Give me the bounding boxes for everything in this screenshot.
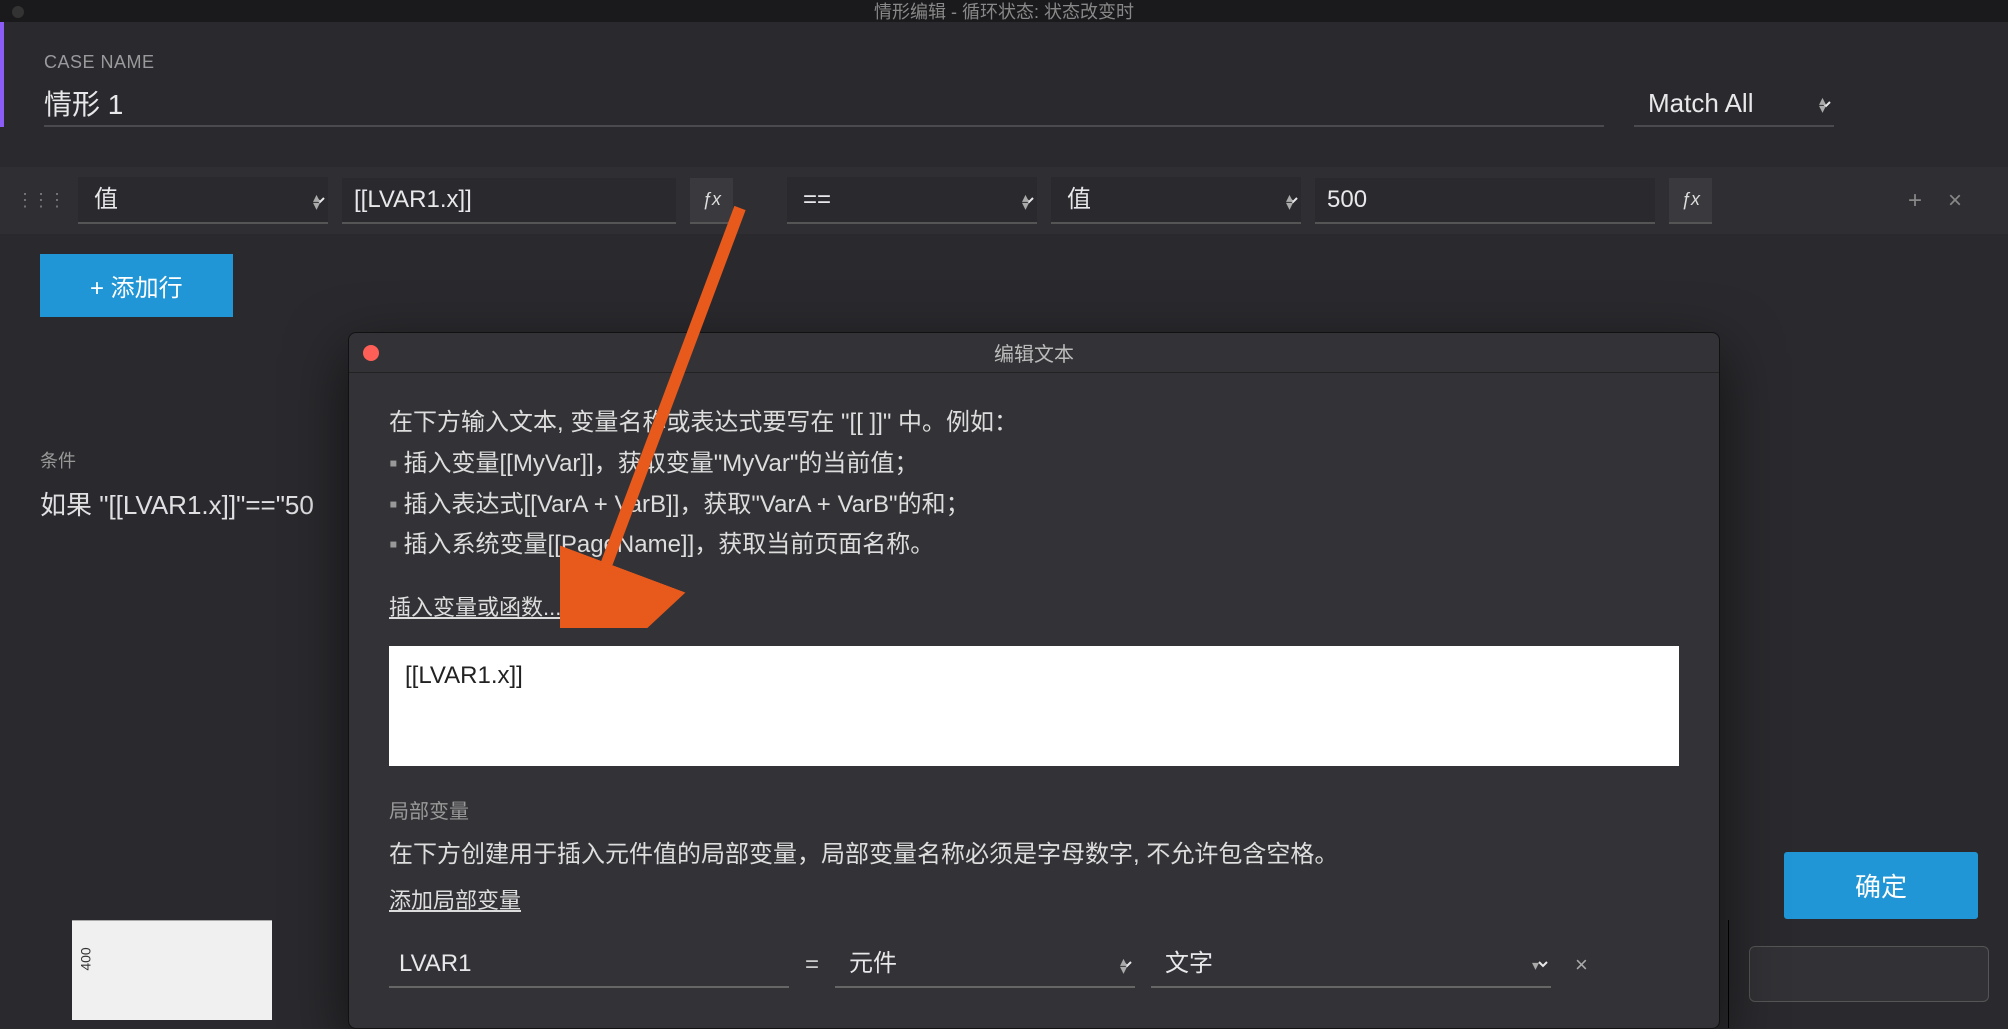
fx-button-left[interactable]: ƒx — [690, 178, 733, 224]
panel-button[interactable] — [1749, 946, 1989, 1002]
bullet-icon: ▪ — [389, 525, 398, 566]
operator-select[interactable]: == — [787, 177, 1037, 224]
ruler-value: 400 — [78, 947, 94, 970]
remove-local-var-icon[interactable]: × — [1567, 952, 1596, 978]
right-value-input[interactable] — [1315, 178, 1655, 224]
local-variables-label: 局部变量 — [389, 795, 1679, 824]
local-var-source-select[interactable]: 元件 — [835, 941, 1135, 988]
traffic-light-close[interactable] — [12, 6, 24, 18]
drag-handle-icon[interactable]: ⋮⋮⋮ — [16, 190, 64, 211]
expression-textarea[interactable]: [[LVAR1.x]] — [389, 646, 1679, 766]
dialog-title: 编辑文本 — [994, 338, 1074, 367]
desc-bullet: 插入变量[[MyVar]]，获取变量"MyVar"的当前值； — [404, 444, 919, 485]
case-section: CASE NAME Match All ▴▾ — [0, 22, 2008, 127]
local-variables-desc: 在下方创建用于插入元件值的局部变量，局部变量名称必须是字母数字, 不允许包含空格… — [389, 834, 1679, 869]
canvas-ruler: 400 — [72, 920, 272, 1020]
condition-row: ⋮⋮⋮ 值 ▴▾ ƒx == ▴▾ 值 ▴▾ ƒx + × — [0, 167, 2008, 234]
add-condition-icon[interactable]: + — [1902, 187, 1928, 215]
window-title: 情形编辑 - 循环状态: 状态改变时 — [874, 0, 1134, 24]
add-row-button[interactable]: + 添加行 — [40, 254, 233, 317]
bullet-icon: ▪ — [389, 485, 398, 526]
left-value-input[interactable] — [342, 178, 676, 224]
remove-condition-icon[interactable]: × — [1942, 187, 1968, 215]
dialog-description: 在下方输入文本, 变量名称或表达式要写在 "[[ ]]" 中。例如： ▪插入变量… — [389, 403, 1679, 566]
bullet-icon: ▪ — [389, 444, 398, 485]
edit-text-dialog: 编辑文本 在下方输入文本, 变量名称或表达式要写在 "[[ ]]" 中。例如： … — [348, 332, 1720, 1029]
dialog-titlebar: 编辑文本 — [349, 333, 1719, 373]
match-mode-select[interactable]: Match All — [1634, 81, 1834, 127]
case-name-input[interactable] — [44, 81, 1604, 127]
local-var-prop-select[interactable]: 文字 — [1151, 941, 1551, 988]
desc-bullet: 插入系统变量[[PageName]]，获取当前页面名称。 — [404, 525, 935, 566]
desc-bullet: 插入表达式[[VarA + VarB]]，获取"VarA + VarB"的和； — [404, 485, 970, 526]
bottom-panel — [1728, 920, 2008, 1028]
case-name-label: CASE NAME — [44, 52, 1968, 73]
local-var-name-input[interactable] — [389, 942, 789, 988]
add-local-variable-link[interactable]: 添加局部变量 — [389, 883, 521, 915]
ok-button[interactable]: 确定 — [1784, 852, 1978, 919]
dialog-close-icon[interactable] — [363, 345, 379, 361]
right-type-select[interactable]: 值 — [1051, 177, 1301, 224]
left-type-select[interactable]: 值 — [78, 177, 328, 224]
fx-button-right[interactable]: ƒx — [1669, 178, 1712, 224]
local-variable-row: = 元件 ▴▾ 文字 ▾ × — [389, 941, 1679, 988]
window-titlebar: 情形编辑 - 循环状态: 状态改变时 — [0, 0, 2008, 22]
insert-variable-link[interactable]: 插入变量或函数... — [389, 590, 561, 622]
equals-label: = — [805, 951, 819, 979]
desc-line: 在下方输入文本, 变量名称或表达式要写在 "[[ ]]" 中。例如： — [389, 403, 1679, 444]
